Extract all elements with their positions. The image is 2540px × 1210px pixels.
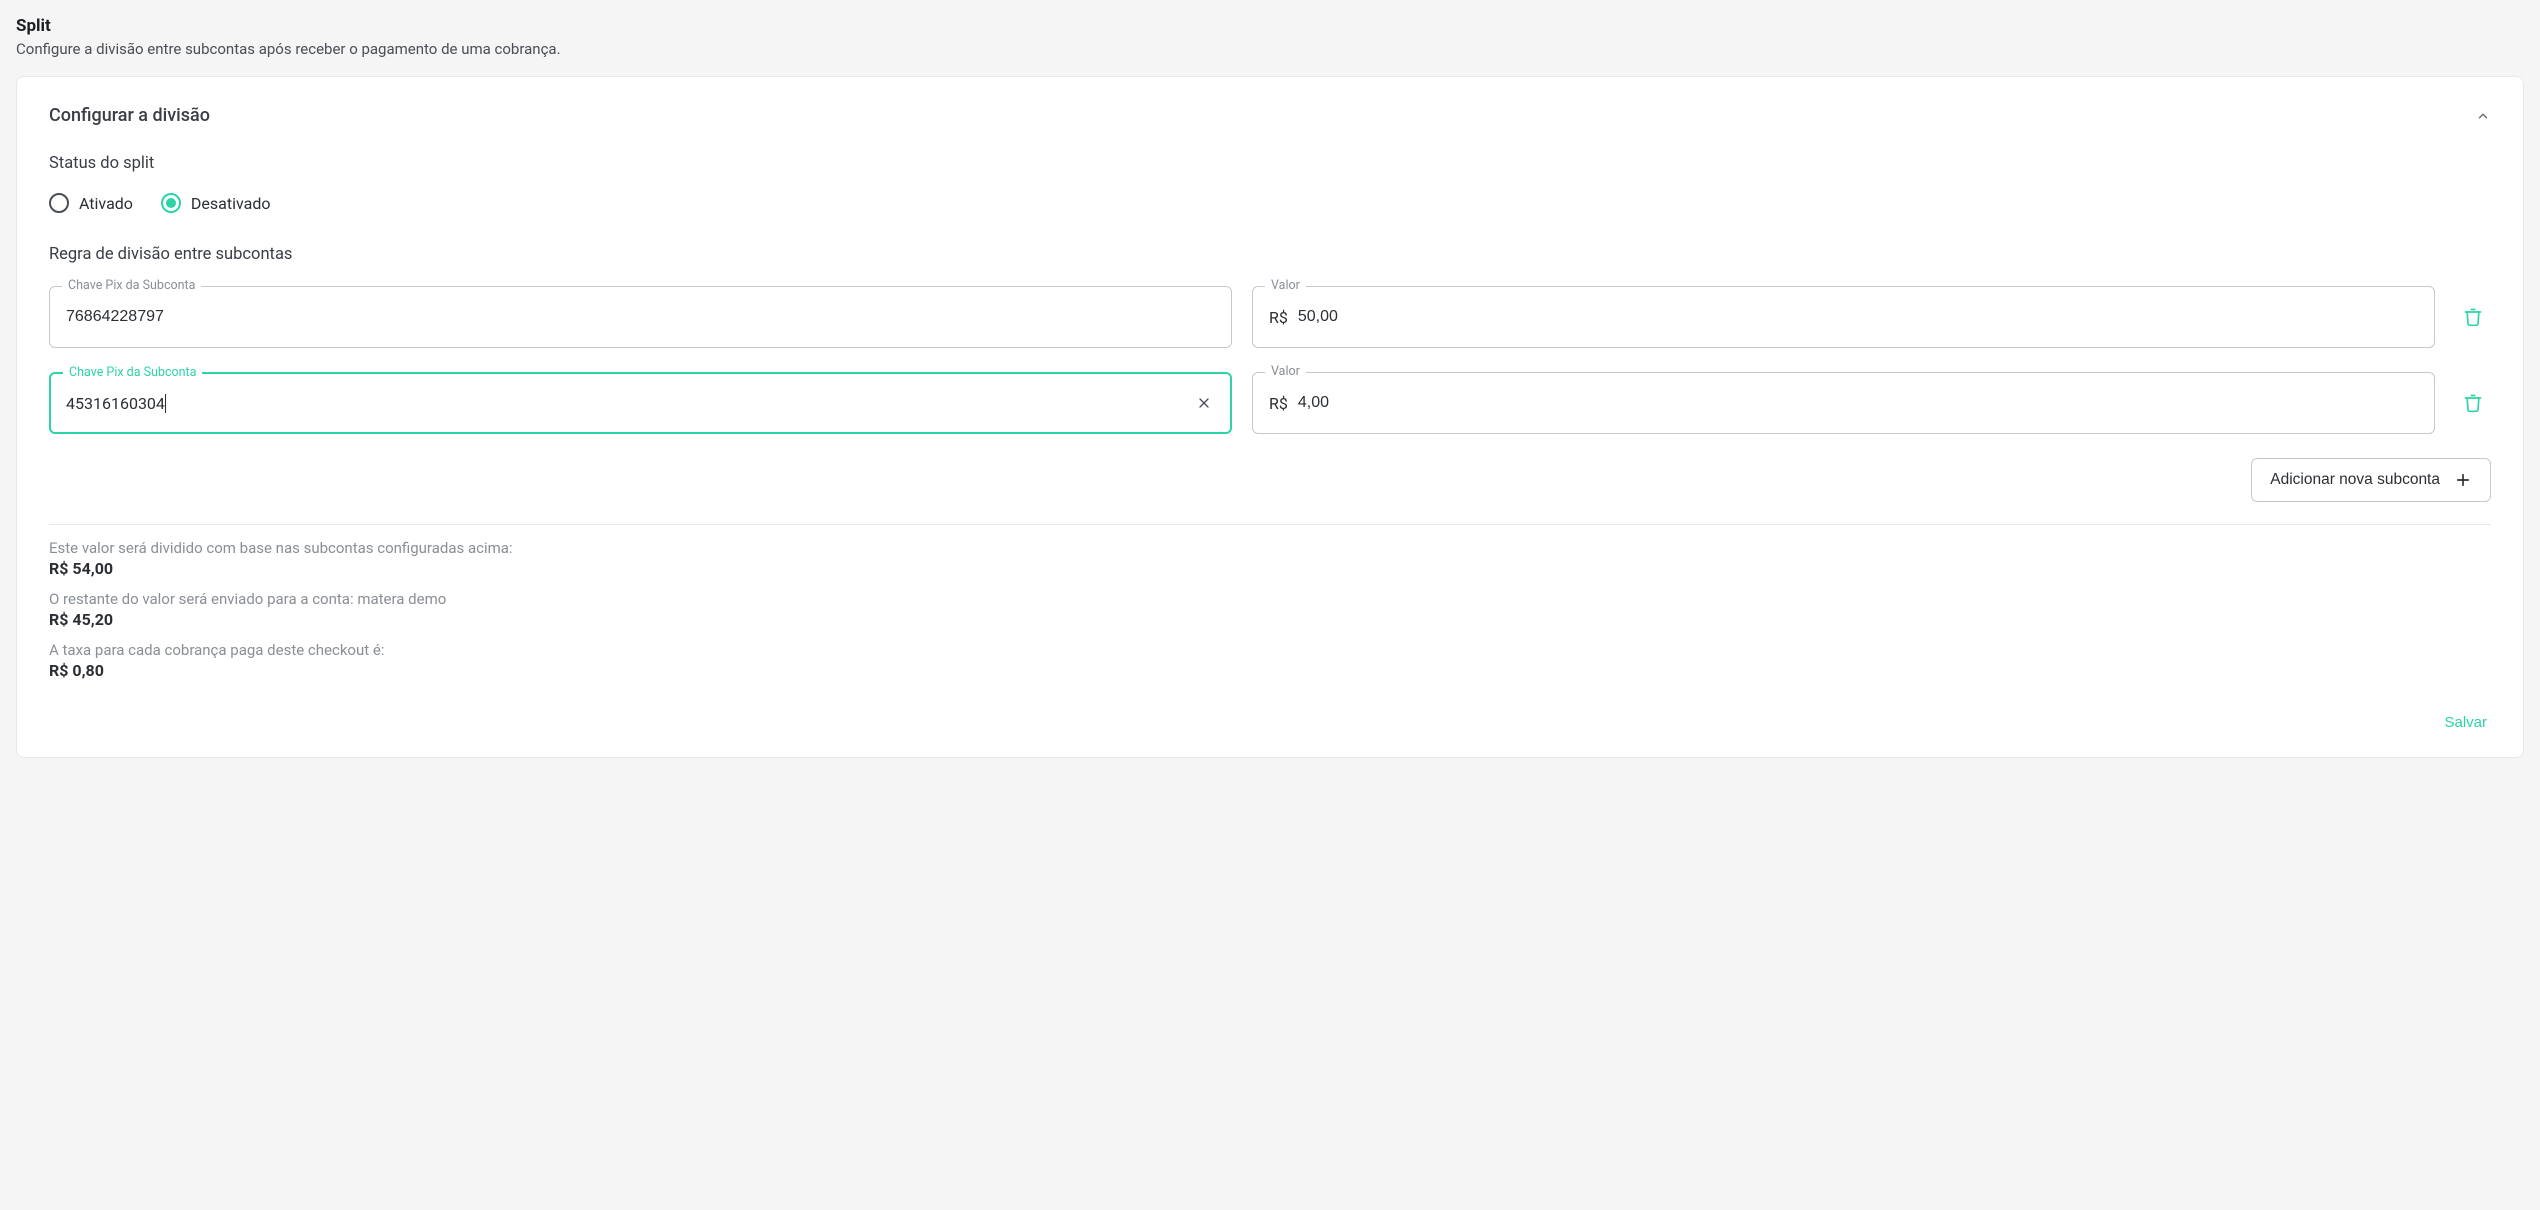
radio-ativado-label: Ativado [79, 194, 133, 213]
summary-divided-value: R$ 54,00 [49, 559, 2491, 578]
trash-icon [2463, 392, 2483, 414]
summary-remaining-label: O restante do valor será enviado para a … [49, 590, 2491, 608]
valor-input[interactable] [1298, 394, 2418, 412]
pix-field: Chave Pix da Subconta 45316160304 [49, 372, 1232, 434]
radio-ativado[interactable]: Ativado [49, 193, 133, 213]
subaccount-row: Chave Pix da Subconta 45316160304 Valor … [49, 372, 2491, 434]
close-icon [1196, 395, 1212, 411]
summary-fee-label: A taxa para cada cobrança paga deste che… [49, 641, 2491, 659]
valor-field: Valor R$ [1252, 372, 2435, 434]
card-footer: Salvar [49, 708, 2491, 737]
pix-input[interactable] [66, 308, 1215, 326]
summary-fee-value: R$ 0,80 [49, 661, 2491, 680]
pix-field-label: Chave Pix da Subconta [63, 365, 202, 380]
currency-prefix: R$ [1269, 308, 1288, 327]
summary-remaining-value: R$ 45,20 [49, 610, 2491, 629]
rule-label: Regra de divisão entre subcontas [49, 245, 2491, 264]
save-button[interactable]: Salvar [2440, 708, 2491, 737]
radio-circle-icon [49, 193, 69, 213]
delete-row-button[interactable] [2455, 385, 2491, 421]
page-title: Split [16, 16, 2524, 36]
split-card: Configurar a divisão Status do split Ati… [16, 76, 2524, 758]
page-subtitle: Configure a divisão entre subcontas após… [16, 40, 2524, 58]
plus-icon [2454, 471, 2472, 489]
radio-circle-selected-icon [161, 193, 181, 213]
pix-field: Chave Pix da Subconta [49, 286, 1232, 348]
summary-divided-label: Este valor será dividido com base nas su… [49, 539, 2491, 557]
valor-field: Valor R$ [1252, 286, 2435, 348]
radio-desativado[interactable]: Desativado [161, 193, 271, 213]
pix-input[interactable]: 45316160304 [66, 394, 166, 413]
pix-field-label: Chave Pix da Subconta [62, 278, 201, 293]
add-subaccount-button[interactable]: Adicionar nova subconta [2251, 458, 2491, 502]
valor-field-label: Valor [1265, 364, 1306, 379]
status-label: Status do split [49, 154, 2491, 173]
valor-input[interactable] [1298, 308, 2418, 326]
clear-input-button[interactable] [1193, 392, 1215, 414]
currency-prefix: R$ [1269, 394, 1288, 413]
radio-desativado-label: Desativado [191, 194, 271, 213]
subaccount-row: Chave Pix da Subconta Valor R$ [49, 286, 2491, 348]
divider [49, 524, 2491, 525]
add-subaccount-label: Adicionar nova subconta [2270, 471, 2440, 489]
status-radios: Ativado Desativado [49, 193, 2491, 213]
add-row: Adicionar nova subconta [49, 458, 2491, 502]
card-title: Configurar a divisão [49, 105, 210, 126]
card-header: Configurar a divisão [49, 105, 2491, 126]
valor-field-label: Valor [1265, 278, 1306, 293]
delete-row-button[interactable] [2455, 299, 2491, 335]
chevron-up-icon[interactable] [2475, 108, 2491, 124]
trash-icon [2463, 306, 2483, 328]
